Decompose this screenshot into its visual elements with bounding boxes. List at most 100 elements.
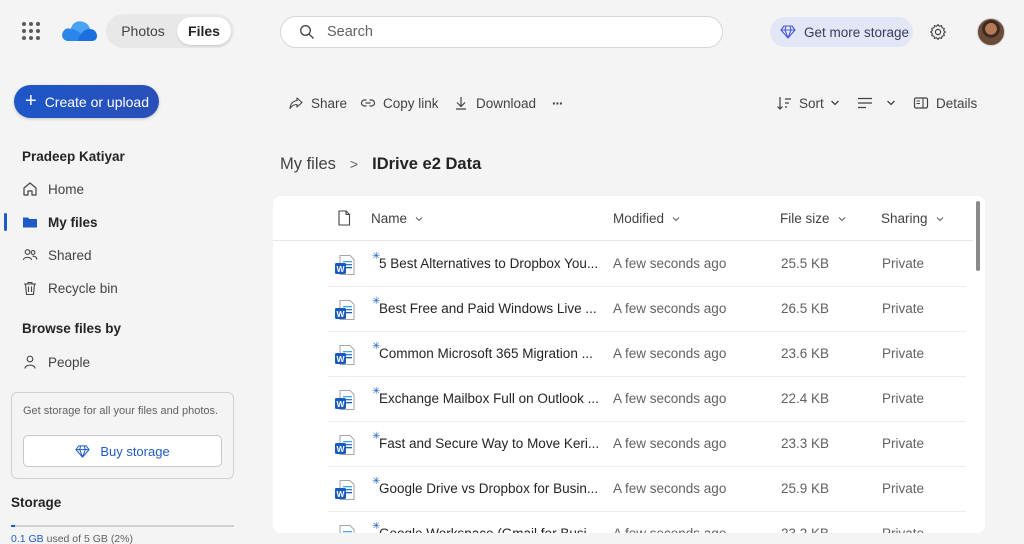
home-icon (23, 182, 37, 196)
svg-text:W: W (336, 444, 345, 454)
diamond-icon (75, 444, 90, 458)
table-row[interactable]: W ✳ Google Drive vs Dropbox for Busin... A … (328, 467, 966, 512)
share-label: Share (311, 95, 348, 111)
table-row[interactable]: W ✳ Best Free and Paid Windows Live ... A f… (328, 287, 966, 332)
file-sharing: Private (882, 436, 925, 451)
sidebar-item-my-files[interactable]: My files (22, 211, 98, 233)
storage-promo-card: Get storage for all your files and photo… (11, 392, 234, 479)
create-or-upload-label: Create or upload (44, 93, 149, 110)
file-modified: A few seconds ago (613, 526, 726, 533)
storage-promo-message: Get storage for all your files and photo… (23, 405, 219, 417)
file-name[interactable]: Fast and Secure Way to Move Keri... (379, 436, 599, 451)
storage-usage-text[interactable]: 0.1 GB used of 5 GB (2%) (11, 533, 133, 544)
file-name[interactable]: Google Workspace (Gmail for Busi... (379, 526, 598, 533)
search-box[interactable] (280, 16, 723, 48)
file-sharing: Private (882, 301, 925, 316)
buy-storage-label: Buy storage (100, 443, 170, 459)
chevron-down-icon (887, 100, 895, 106)
buy-storage-button[interactable]: Buy storage (23, 435, 222, 467)
sidebar-item-shared[interactable]: Shared (22, 244, 92, 266)
file-modified: A few seconds ago (613, 391, 727, 406)
sort-icon (777, 97, 791, 110)
file-sharing: Private (882, 256, 925, 271)
details-label: Details (936, 95, 978, 111)
get-more-storage-label: Get more storage (804, 24, 910, 40)
download-button[interactable]: Download (453, 92, 536, 114)
column-header-name[interactable]: Name (371, 211, 424, 226)
sidebar-item-people[interactable]: People (22, 351, 90, 373)
breadcrumb-separator: > (349, 156, 359, 172)
file-size: 25.5 KB (781, 256, 830, 271)
file-modified: A few seconds ago (613, 256, 727, 271)
breadcrumb-current-folder: IDrive e2 Data (372, 154, 482, 173)
column-header-file-size[interactable]: File size (780, 211, 847, 226)
storage-used-rest: used of 5 GB (2%) (46, 533, 133, 544)
sidebar-item-home[interactable]: Home (22, 178, 84, 200)
word-document-icon: W (339, 525, 355, 533)
avatar[interactable] (977, 18, 1005, 46)
table-row[interactable]: W ✳ Exchange Mailbox Full on Outlook ... A … (328, 377, 966, 422)
share-button[interactable]: Share (288, 92, 347, 114)
column-label: Sharing (881, 211, 928, 226)
column-header-sharing[interactable]: Sharing (881, 211, 945, 226)
svg-text:W: W (336, 489, 345, 499)
more-options-button[interactable]: ··· (552, 92, 563, 114)
file-name[interactable]: Common Microsoft 365 Migration ... (379, 346, 593, 361)
svg-text:W: W (336, 264, 345, 274)
table-row[interactable]: W ✳ Common Microsoft 365 Migration ... A fe… (328, 332, 966, 377)
column-label: Name (371, 211, 408, 226)
file-list-rows: W ✳ 5 Best Alternatives to Dropbox You... A… (273, 242, 973, 533)
copy-link-button[interactable]: Copy link (360, 92, 439, 114)
column-header-modified[interactable]: Modified (613, 211, 681, 226)
sidebar-item-label: Shared (48, 247, 92, 263)
word-document-icon: W (335, 300, 355, 320)
file-sharing: Private (882, 526, 924, 533)
svg-text:W: W (336, 309, 345, 319)
word-document-icon: W (335, 390, 355, 410)
table-row[interactable]: W ✳ Fast and Secure Way to Move Keri... A f… (328, 422, 966, 467)
sort-button[interactable]: Sort (776, 92, 840, 114)
storage-used-amount[interactable]: 0.1 GB (11, 533, 44, 544)
photos-tab[interactable]: Photos (109, 17, 177, 45)
file-size: 23.3 KB (781, 436, 830, 451)
chevron-down-icon (838, 216, 845, 221)
view-options-button[interactable] (857, 92, 896, 114)
file-sharing: Private (882, 481, 925, 496)
file-name[interactable]: 5 Best Alternatives to Dropbox You... (379, 256, 598, 271)
link-icon (360, 99, 376, 107)
gear-icon[interactable] (929, 23, 947, 41)
details-button[interactable]: Details (913, 92, 977, 114)
file-size: 26.5 KB (781, 301, 830, 316)
svg-text:W: W (336, 399, 345, 409)
sidebar-item-recycle-bin[interactable]: Recycle bin (22, 277, 118, 299)
list-view-icon (858, 97, 872, 109)
table-row[interactable]: W ✳ 5 Best Alternatives to Dropbox You... A… (328, 242, 966, 287)
person-icon (24, 355, 36, 369)
file-size: 23.2 KB (781, 526, 829, 533)
svg-text:W: W (336, 354, 345, 364)
file-modified: A few seconds ago (613, 346, 727, 361)
file-name[interactable]: Exchange Mailbox Full on Outlook ... (379, 391, 599, 406)
app-launcher-icon[interactable] (22, 22, 40, 40)
file-size: 23.6 KB (781, 346, 830, 361)
onedrive-logo[interactable] (60, 17, 98, 45)
chevron-down-icon (672, 216, 680, 221)
copy-link-label: Copy link (383, 95, 439, 111)
breadcrumb-my-files[interactable]: My files (280, 155, 336, 174)
account-name: Pradeep Katiyar (22, 149, 125, 164)
table-row[interactable]: W✳Google Workspace (Gmail for Busi...A f… (328, 512, 966, 533)
file-name[interactable]: Google Drive vs Dropbox for Busin... (379, 481, 598, 496)
create-or-upload-button[interactable]: + Create or upload (14, 85, 159, 118)
get-more-storage-button[interactable]: Get more storage (770, 17, 913, 47)
search-icon (300, 25, 314, 39)
sidebar-item-label: Home (48, 181, 85, 197)
scrollbar-thumb[interactable] (976, 201, 980, 271)
file-name[interactable]: Best Free and Paid Windows Live ... (379, 301, 597, 316)
search-input[interactable] (327, 24, 707, 40)
shared-people-icon (22, 249, 38, 261)
files-tab[interactable]: Files (177, 17, 231, 45)
browse-files-by-heading: Browse files by (22, 321, 122, 336)
file-type-icon[interactable] (337, 210, 351, 226)
chevron-down-icon (830, 100, 839, 106)
word-document-icon: W (335, 255, 355, 275)
